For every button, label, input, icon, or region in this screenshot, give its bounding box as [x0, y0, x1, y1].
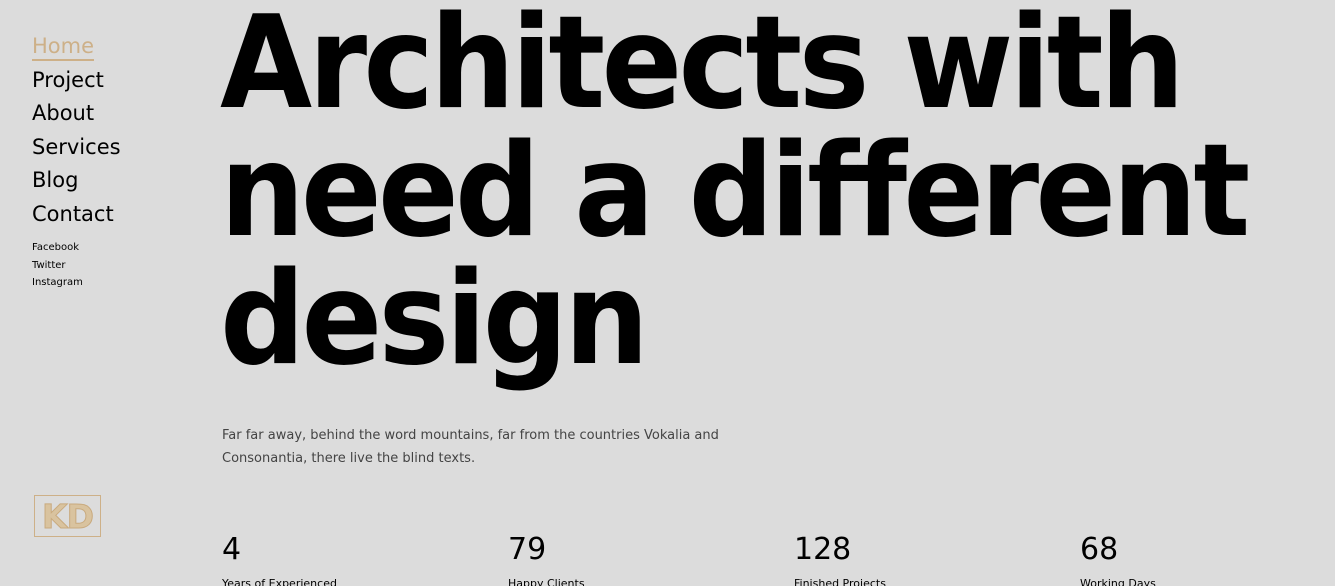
- nav-item-label: Blog: [32, 168, 79, 192]
- nav-item-label: Home: [32, 34, 95, 61]
- stat-item: 4 Years of Experienced: [222, 530, 337, 586]
- stat-label: Finished Projects: [794, 577, 886, 586]
- logo[interactable]: KD: [34, 495, 101, 537]
- social-links: Facebook Twitter Instagram: [32, 239, 182, 292]
- hero-line-3: design: [220, 245, 649, 394]
- stats: 4 Years of Experienced 79 Happy Clients …: [222, 530, 1332, 586]
- nav-item-contact[interactable]: Contact: [32, 198, 182, 232]
- stat-item: 128 Finished Projects: [794, 530, 886, 586]
- main-nav: Home Project About Services Blog Contact: [32, 30, 182, 231]
- social-link-facebook[interactable]: Facebook: [32, 239, 182, 257]
- stat-value: 79: [508, 532, 547, 567]
- page: Home Project About Services Blog Contact…: [0, 0, 1335, 586]
- nav-item-blog[interactable]: Blog: [32, 164, 182, 198]
- nav-item-about[interactable]: About: [32, 97, 182, 131]
- stat-item: 68 Working Days: [1080, 530, 1156, 586]
- stat-label: Years of Experienced: [222, 577, 337, 586]
- stat-value: 4: [222, 532, 242, 567]
- nav-item-services[interactable]: Services: [32, 131, 182, 165]
- social-link-twitter[interactable]: Twitter: [32, 257, 182, 275]
- nav-item-label: Project: [32, 67, 104, 92]
- hero-heading: Architects with need a different design: [220, 0, 1330, 384]
- stat-value: 128: [794, 532, 852, 567]
- nav-item-label: Services: [32, 134, 121, 159]
- stat-label: Happy Clients: [508, 577, 585, 586]
- nav-item-label: Contact: [32, 201, 114, 226]
- hero-line-2: need a different: [220, 117, 1250, 266]
- hero-description-line-1: Far far away, behind the word mountains,…: [222, 428, 719, 443]
- hero-description: Far far away, behind the word mountains,…: [222, 424, 742, 470]
- hero-description-line-2: Consonantia, there live the blind texts.: [222, 451, 476, 466]
- sidebar: Home Project About Services Blog Contact…: [32, 30, 182, 292]
- nav-item-project[interactable]: Project: [32, 64, 182, 98]
- hero-line-1: Architects with: [220, 0, 1185, 138]
- stat-value: 68: [1080, 532, 1119, 567]
- social-link-instagram[interactable]: Instagram: [32, 274, 182, 292]
- stat-label: Working Days: [1080, 577, 1156, 586]
- logo-text: KD: [42, 496, 95, 536]
- stat-item: 79 Happy Clients: [508, 530, 585, 586]
- nav-item-label: About: [32, 101, 95, 125]
- nav-item-home[interactable]: Home: [32, 30, 182, 64]
